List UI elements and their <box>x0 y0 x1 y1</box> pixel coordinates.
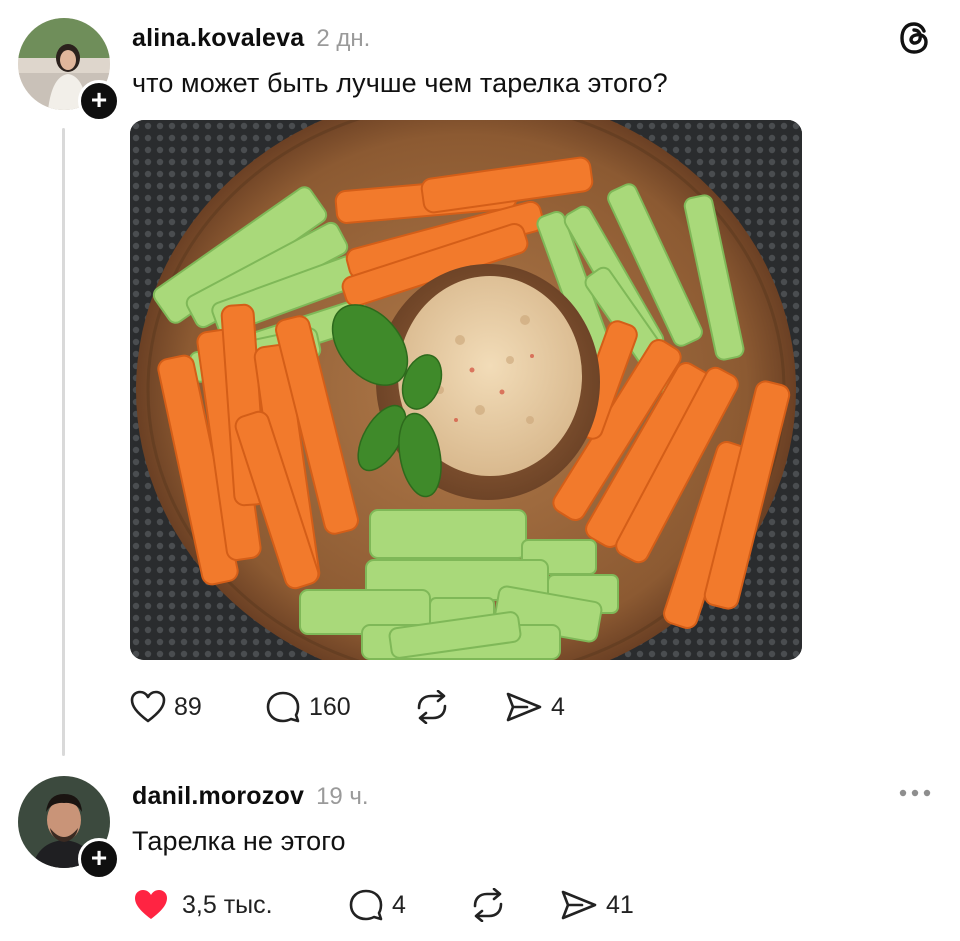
follow-plus-icon[interactable]: + <box>78 80 120 122</box>
heart-icon <box>130 690 166 723</box>
like-button[interactable]: 89 <box>130 690 202 724</box>
like-count: 89 <box>174 692 202 721</box>
reply-text: Тарелка не этого <box>132 826 346 856</box>
share-button[interactable]: 4 <box>505 690 565 724</box>
reply-share-count: 41 <box>606 890 634 919</box>
repost-icon <box>417 690 447 724</box>
follow-plus-icon[interactable]: + <box>78 838 120 880</box>
repost-button[interactable] <box>413 690 451 724</box>
post-image[interactable] <box>130 120 802 660</box>
post-header: alina.kovaleva 2 дн. <box>132 24 370 53</box>
reply-time: 19 ч. <box>316 783 369 810</box>
post-text: что может быть лучше чем тарелка этого? <box>132 68 668 98</box>
more-dots-icon[interactable] <box>898 786 934 800</box>
reply-header: danil.morozov 19 ч. <box>132 782 369 811</box>
share-count: 4 <box>551 692 565 721</box>
comment-bubble-icon <box>349 889 383 921</box>
reply-like-count: 3,5 тыс. <box>182 890 273 919</box>
reply-comment-button[interactable]: 4 <box>348 888 406 922</box>
send-icon <box>561 890 597 920</box>
post-username[interactable]: alina.kovaleva <box>132 24 304 53</box>
post-time: 2 дн. <box>316 25 371 52</box>
heart-filled-icon <box>135 890 167 919</box>
reply-comment-count: 4 <box>392 890 406 919</box>
reply-repost-button[interactable] <box>469 888 507 922</box>
reply-username[interactable]: danil.morozov <box>132 782 304 811</box>
reply-share-button[interactable]: 41 <box>560 888 634 922</box>
repost-icon <box>473 888 503 922</box>
send-icon <box>506 692 542 722</box>
comment-button[interactable]: 160 <box>265 690 351 724</box>
thread-line <box>62 128 65 756</box>
comment-count: 160 <box>309 692 351 721</box>
threads-logo-icon[interactable] <box>896 18 936 58</box>
reply-like-button[interactable]: 3,5 тыс. <box>132 888 273 922</box>
comment-bubble-icon <box>266 691 300 723</box>
